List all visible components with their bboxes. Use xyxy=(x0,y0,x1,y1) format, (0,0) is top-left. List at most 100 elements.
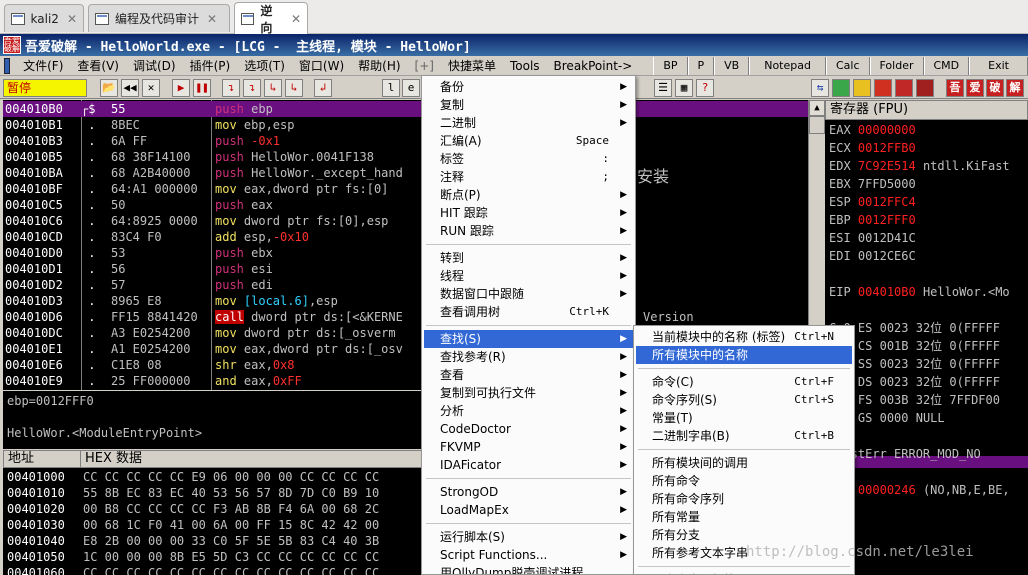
disasm-row[interactable]: 004010D2 . 57 push edi xyxy=(3,277,808,293)
context-menu-item[interactable]: 标签: xyxy=(424,150,633,168)
context-menu-item[interactable]: IDAFicator ▶ xyxy=(424,456,633,474)
tab-reverse[interactable]: 逆向 ✕ xyxy=(234,2,308,35)
menu-help[interactable]: 帮助(H) xyxy=(351,57,407,74)
context-menu-item[interactable]: 查看调用树 Ctrl+K xyxy=(424,303,633,321)
context-menu-item[interactable]: 用OllyDump脱壳调试进程 xyxy=(424,564,633,574)
dump-hex-header[interactable]: HEX 数据 xyxy=(80,451,142,467)
context-menu-item[interactable]: HIT 跟踪 ▶ xyxy=(424,204,633,222)
record-icon[interactable] xyxy=(874,79,892,97)
context-menu-item[interactable]: 查找参考(R) ▶ xyxy=(424,348,633,366)
register-row[interactable]: EFL 00000246 (NO,NB,E,BE, xyxy=(829,482,1010,498)
grid-icon[interactable]: ▦ xyxy=(675,79,693,97)
cmd-button[interactable]: CMD xyxy=(923,56,970,75)
register-row[interactable] xyxy=(829,302,836,318)
register-row[interactable]: EDX 7C92E514 ntdll.KiFast xyxy=(829,158,1010,174)
register-row[interactable]: EAX 00000000 xyxy=(829,122,916,138)
context-menu-item[interactable]: 复制 ▶ xyxy=(424,96,633,114)
register-row[interactable]: EBX 7FFD5000 xyxy=(829,176,916,192)
menu-file[interactable]: 文件(F) xyxy=(16,57,70,74)
register-row[interactable]: ESP 0012FFC4 xyxy=(829,194,916,210)
ai-button[interactable]: 爱 xyxy=(966,79,984,97)
context-menu-item[interactable]: 备份 ▶ xyxy=(424,78,633,96)
trace-into-icon[interactable]: ↳ xyxy=(264,79,282,97)
context-menu-item[interactable]: 数据窗口中跟随 ▶ xyxy=(424,285,633,303)
submenu-item[interactable]: 用户自定义标签 xyxy=(636,571,852,574)
step-over-icon[interactable]: ↴ xyxy=(243,79,261,97)
tab-close-icon[interactable]: ✕ xyxy=(291,12,301,26)
context-menu-item[interactable]: 复制到可执行文件 ▶ xyxy=(424,384,633,402)
scroll-up-icon[interactable]: ▲ xyxy=(809,100,825,116)
submenu-item[interactable]: 命令(C) Ctrl+F xyxy=(636,373,852,391)
context-menu-item[interactable]: 注释; xyxy=(424,168,633,186)
vb-button[interactable]: VB xyxy=(714,56,750,75)
disasm-row[interactable]: 004010C6 . 64:8925 0000 mov dword ptr fs:[… xyxy=(3,213,808,229)
disasm-row[interactable]: 004010C5 . 50 push eax xyxy=(3,197,808,213)
submenu-item[interactable]: 所有常量 xyxy=(636,508,852,526)
menu-tools[interactable]: Tools xyxy=(503,59,547,73)
disasm-row[interactable]: 004010D1 . 56 push esi xyxy=(3,261,808,277)
disasm-row[interactable]: 004010D6 . FF15 8841420 call dword ptr ds:… xyxy=(3,309,808,325)
disasm-row[interactable]: 004010BF . 64:A1 000000 mov eax,dword ptr … xyxy=(3,181,808,197)
log-button[interactable]: l xyxy=(382,79,400,97)
context-menu-item[interactable]: 分析 ▶ xyxy=(424,402,633,420)
context-menu-item[interactable]: StrongOD ▶ xyxy=(424,483,633,501)
submenu-item[interactable]: 所有模块中的名称 xyxy=(636,346,852,364)
submenu-item[interactable]: 当前模块中的名称 (标签) Ctrl+N xyxy=(636,328,852,346)
context-menu-item[interactable]: FKVMP ▶ xyxy=(424,438,633,456)
tab-close-icon[interactable]: ✕ xyxy=(207,12,217,26)
register-row[interactable] xyxy=(829,266,836,282)
context-menu-item[interactable]: 查看 ▶ xyxy=(424,366,633,384)
p-button[interactable]: P xyxy=(687,56,715,75)
system-menu-icon[interactable] xyxy=(4,57,11,74)
register-row[interactable]: ESI 0012D41C xyxy=(829,230,916,246)
scroll-thumb[interactable] xyxy=(809,116,825,134)
menu-shortcuts[interactable]: 快捷菜单 xyxy=(441,57,503,74)
notepad-button[interactable]: Notepad xyxy=(749,56,826,75)
calc-button[interactable]: Calc xyxy=(825,56,870,75)
executable-modules-button[interactable]: e xyxy=(402,79,420,97)
context-menu-item[interactable]: 转到 ▶ xyxy=(424,249,633,267)
register-row[interactable]: EDI 0012CE6C xyxy=(829,248,916,264)
submenu-item[interactable]: 所有命令序列 xyxy=(636,490,852,508)
tab-kali2[interactable]: kali2 ✕ xyxy=(4,4,84,32)
menu-breakpoint[interactable]: BreakPoint-> xyxy=(547,59,640,73)
disasm-row[interactable]: 004010B5 . 68 38F14100 push HelloWor.0041F… xyxy=(3,149,808,165)
context-menu-item[interactable]: 二进制 ▶ xyxy=(424,114,633,132)
run-icon[interactable]: ▶ xyxy=(172,79,190,97)
registers-pane[interactable]: 寄存器 (FPU) EAX 00000000 ECX 0012FFB0 EDX 7C… xyxy=(825,100,1028,575)
disasm-row[interactable]: 004010CD . 83C4 F0 add esp,-0x10 xyxy=(3,229,808,245)
context-menu-item[interactable]: RUN 跟踪 ▶ xyxy=(424,222,633,240)
disasm-row[interactable]: 004010D3 . 8965 E8 mov [local.6],esp xyxy=(3,293,808,309)
jie-button[interactable]: 解 xyxy=(1006,79,1024,97)
register-row[interactable]: ECX 0012FFB0 xyxy=(829,140,916,156)
disasm-row[interactable]: 004010B1 . 8BEC mov ebp,esp xyxy=(3,117,808,133)
context-menu-item[interactable]: 线程 ▶ xyxy=(424,267,633,285)
context-menu-item[interactable]: CodeDoctor ▶ xyxy=(424,420,633,438)
submenu-item[interactable]: 所有模块间的调用 xyxy=(636,454,852,472)
disasm-row[interactable]: 004010B3 . 6A FF push -0x1 xyxy=(3,133,808,149)
context-menu-item[interactable]: 汇编(A) Space xyxy=(424,132,633,150)
submenu-item[interactable]: 所有分支 xyxy=(636,526,852,544)
close-icon[interactable]: ✕ xyxy=(142,79,160,97)
context-menu-item[interactable]: 运行脚本(S) ▶ xyxy=(424,528,633,546)
pause-icon[interactable]: ❚❚ xyxy=(193,79,211,97)
submenu-item[interactable]: 命令序列(S) Ctrl+S xyxy=(636,391,852,409)
menu-options[interactable]: 选项(T) xyxy=(237,57,292,74)
menu-view[interactable]: 查看(V) xyxy=(70,57,126,74)
context-menu-item[interactable]: LoadMapEx ▶ xyxy=(424,501,633,519)
submenu-item[interactable]: 二进制字串(B) Ctrl+B xyxy=(636,427,852,445)
context-menu-item[interactable]: 查找(S) ▶ xyxy=(424,330,633,348)
target-icon[interactable] xyxy=(916,79,934,97)
submenu-item[interactable]: 常量(T) xyxy=(636,409,852,427)
step-into-icon[interactable]: ↴ xyxy=(222,79,240,97)
register-row[interactable]: EBP 0012FFF0 xyxy=(829,212,916,228)
exit-button[interactable]: Exit xyxy=(969,56,1028,75)
dump-address-header[interactable]: 地址 xyxy=(8,451,34,467)
list-icon[interactable]: ☰ xyxy=(654,79,672,97)
submenu-item[interactable]: 所有命令 xyxy=(636,472,852,490)
menu-plugins[interactable]: 插件(P) xyxy=(183,57,238,74)
folder-button[interactable]: Folder xyxy=(869,56,924,75)
execute-till-return-icon[interactable]: ↲ xyxy=(314,79,332,97)
context-menu-item[interactable]: Script Functions... ▶ xyxy=(424,546,633,564)
menu-expand[interactable]: [+] xyxy=(408,59,441,73)
